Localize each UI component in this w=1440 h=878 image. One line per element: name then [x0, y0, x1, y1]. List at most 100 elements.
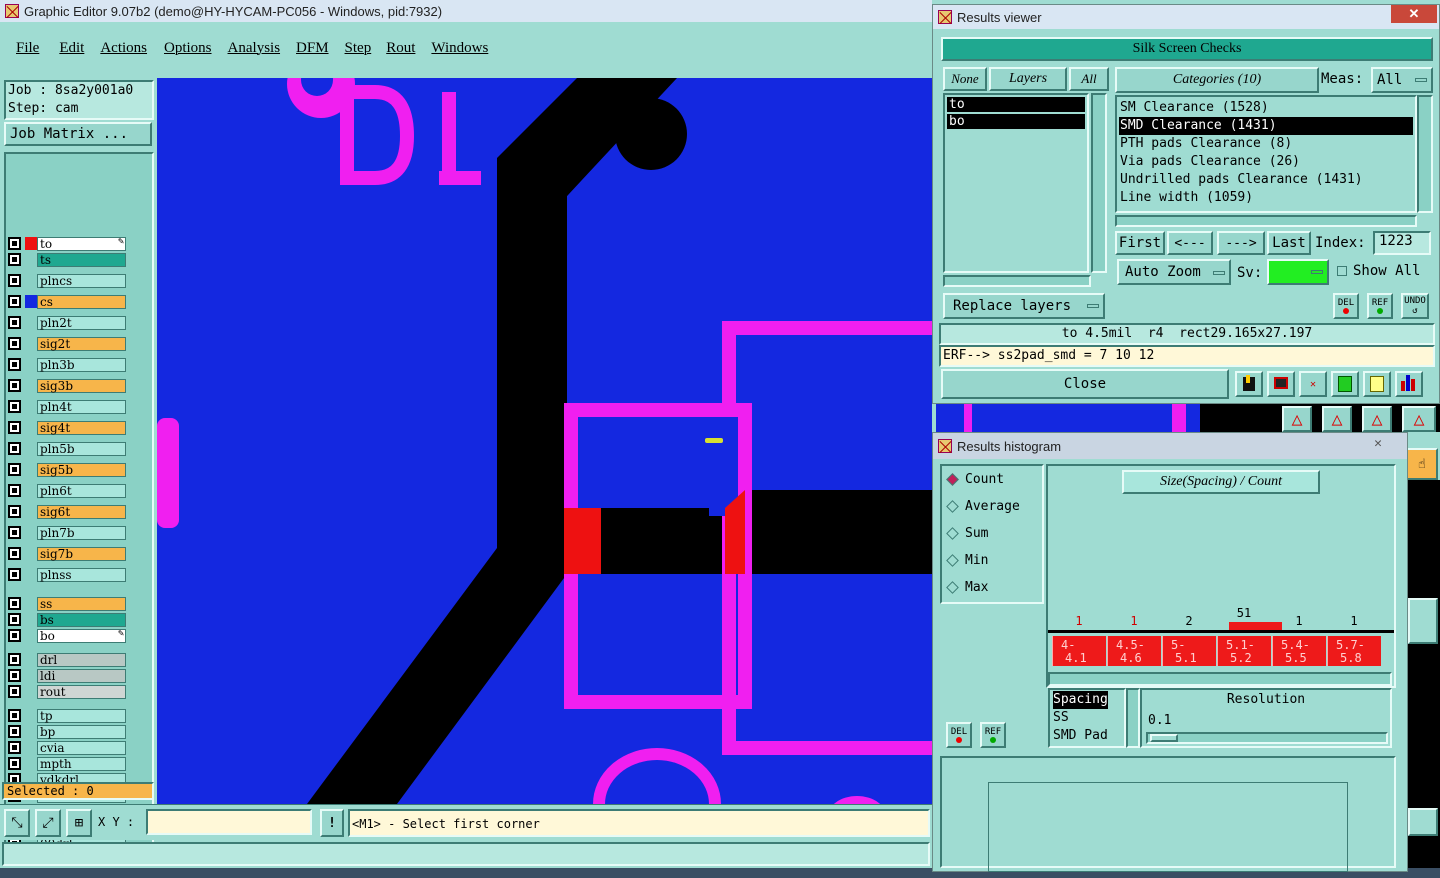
- layer-checkbox-icon[interactable]: [8, 629, 21, 642]
- layer-row-sig2t[interactable]: sig2t: [8, 336, 126, 351]
- layer-checkbox-icon[interactable]: [8, 505, 21, 518]
- layer-checkbox-icon[interactable]: [8, 568, 21, 581]
- report-icon[interactable]: [1363, 371, 1391, 397]
- next-button[interactable]: --->: [1217, 231, 1265, 255]
- zoom-fit-icon[interactable]: ⤡: [4, 809, 30, 837]
- layer-checkbox-icon[interactable]: [8, 337, 21, 350]
- layer-checkbox-icon[interactable]: [8, 757, 21, 770]
- layer-checkbox-icon[interactable]: [8, 484, 21, 497]
- layer-row-pln7b[interactable]: pln7b: [8, 525, 126, 540]
- ref-button[interactable]: REF: [1367, 293, 1393, 319]
- category-item[interactable]: SM Clearance (1528): [1119, 99, 1413, 117]
- layer-row-sig6t[interactable]: sig6t: [8, 504, 126, 519]
- mode-sum-radio[interactable]: Sum: [946, 526, 988, 541]
- layer-checkbox-icon[interactable]: [8, 741, 21, 754]
- menu-step[interactable]: Step: [345, 40, 372, 57]
- layer-row-ss[interactable]: ss: [8, 596, 126, 611]
- layer-checkbox-icon[interactable]: [8, 442, 21, 455]
- bin-label[interactable]: 5- 5.1: [1162, 636, 1216, 666]
- sv-color-select[interactable]: [1267, 259, 1329, 285]
- layer-checkbox-icon[interactable]: [8, 237, 21, 250]
- layer-checkbox-icon[interactable]: [8, 421, 21, 434]
- layers-vscroll[interactable]: [1091, 93, 1107, 273]
- layers-button[interactable]: Layers: [989, 67, 1067, 91]
- first-button[interactable]: First: [1115, 231, 1165, 255]
- close-icon[interactable]: ✕: [1391, 5, 1437, 23]
- slider-thumb[interactable]: [1150, 734, 1178, 742]
- bin-label[interactable]: 5.1- 5.2: [1217, 636, 1271, 666]
- layer-checkbox-icon[interactable]: [8, 463, 21, 476]
- layer-row-rout[interactable]: rout: [8, 684, 126, 699]
- category-item[interactable]: Via pads Clearance (26): [1119, 153, 1413, 171]
- histogram-icon[interactable]: [1395, 371, 1423, 397]
- layer-row-drl[interactable]: drl: [8, 652, 126, 667]
- category-item[interactable]: Line width (1059): [1119, 189, 1413, 207]
- layer-row-tp[interactable]: tp: [8, 708, 126, 723]
- hand-icon[interactable]: ☝: [1406, 448, 1438, 480]
- drc-icon-1[interactable]: △: [1282, 406, 1312, 432]
- drc-icon-3[interactable]: △: [1362, 406, 1392, 432]
- resolution-slider[interactable]: [1146, 732, 1388, 744]
- replace-layers-select[interactable]: Replace layers: [943, 293, 1105, 319]
- mode-count-radio[interactable]: Count: [946, 472, 1004, 487]
- zoom-area-icon[interactable]: ⤢: [35, 809, 61, 837]
- layer-row-bo[interactable]: bo ✎: [8, 628, 126, 643]
- layer-row-to[interactable]: to ✎: [8, 236, 126, 251]
- mode-min-radio[interactable]: Min: [946, 553, 988, 568]
- layer-row-plnss[interactable]: plnss: [8, 567, 126, 582]
- layer-checkbox-icon[interactable]: [8, 685, 21, 698]
- layer-row-sig7b[interactable]: sig7b: [8, 546, 126, 561]
- layer-checkbox-icon[interactable]: [8, 400, 21, 413]
- layer-row-pln3b[interactable]: pln3b: [8, 357, 126, 372]
- layer-row-sig4t[interactable]: sig4t: [8, 420, 126, 435]
- last-button[interactable]: Last: [1267, 231, 1311, 255]
- layer-checkbox-icon[interactable]: [8, 597, 21, 610]
- layer-row-mpth[interactable]: mpth: [8, 756, 126, 771]
- bin-label[interactable]: 4.5- 4.6: [1107, 636, 1161, 666]
- layer-checkbox-icon[interactable]: [8, 653, 21, 666]
- menu-rout[interactable]: Rout: [386, 40, 415, 57]
- layer-checkbox-icon[interactable]: [8, 669, 21, 682]
- category-item[interactable]: PTH pads Clearance (8): [1119, 135, 1413, 153]
- show-all-checkbox[interactable]: Show All: [1337, 263, 1420, 279]
- layer-checkbox-icon[interactable]: [8, 613, 21, 626]
- index-input[interactable]: 1223: [1373, 231, 1431, 255]
- menu-dfm[interactable]: DFM: [296, 40, 329, 57]
- layer-row-pln2t[interactable]: pln2t: [8, 315, 126, 330]
- alert-icon[interactable]: !: [320, 809, 344, 837]
- layer-row-plncs[interactable]: plncs: [8, 273, 126, 288]
- layer-row-cvia[interactable]: cvia: [8, 740, 126, 755]
- bin-label[interactable]: 4- 4.1: [1052, 636, 1106, 666]
- layer-row-pln5b[interactable]: pln5b: [8, 441, 126, 456]
- snap-grid-icon[interactable]: ⊞: [66, 809, 92, 837]
- attribute-ss[interactable]: SS: [1053, 709, 1121, 727]
- layer-row-ldi[interactable]: ldi: [8, 668, 126, 683]
- xy-input[interactable]: [146, 809, 312, 835]
- menu-file[interactable]: File: [16, 40, 39, 57]
- drc-icon-2[interactable]: △: [1322, 406, 1352, 432]
- compare-icon[interactable]: [1331, 371, 1359, 397]
- del-button[interactable]: DEL: [1333, 293, 1359, 319]
- layer-checkbox-icon[interactable]: [8, 253, 21, 266]
- layer-checkbox-icon[interactable]: [8, 358, 21, 371]
- drc-icon-4[interactable]: △: [1402, 406, 1436, 432]
- layer-row-cs[interactable]: cs: [8, 294, 126, 309]
- category-item[interactable]: Undrilled pads Clearance (1431): [1119, 171, 1413, 189]
- layer-row-sig5b[interactable]: sig5b: [8, 462, 126, 477]
- graphic-canvas[interactable]: [157, 78, 932, 804]
- categories-hscroll[interactable]: [1115, 215, 1417, 227]
- categories-button[interactable]: Categories (10): [1115, 67, 1319, 93]
- hist-del-button[interactable]: DEL: [946, 722, 972, 748]
- undo-button[interactable]: UNDO ↺: [1401, 293, 1429, 319]
- menu-options[interactable]: Options: [164, 40, 212, 57]
- layer-checkbox-icon[interactable]: [8, 709, 21, 722]
- mode-max-radio[interactable]: Max: [946, 580, 988, 595]
- menu-windows[interactable]: Windows: [431, 40, 488, 57]
- layer-checkbox-icon[interactable]: [8, 274, 21, 287]
- prev-button[interactable]: <---: [1167, 231, 1213, 255]
- none-button[interactable]: None: [943, 67, 987, 91]
- layer-row-ts[interactable]: ts: [8, 252, 126, 267]
- layer-checkbox-icon[interactable]: [8, 547, 21, 560]
- lamp-icon[interactable]: [1235, 371, 1263, 397]
- menu-analysis[interactable]: Analysis: [228, 40, 281, 57]
